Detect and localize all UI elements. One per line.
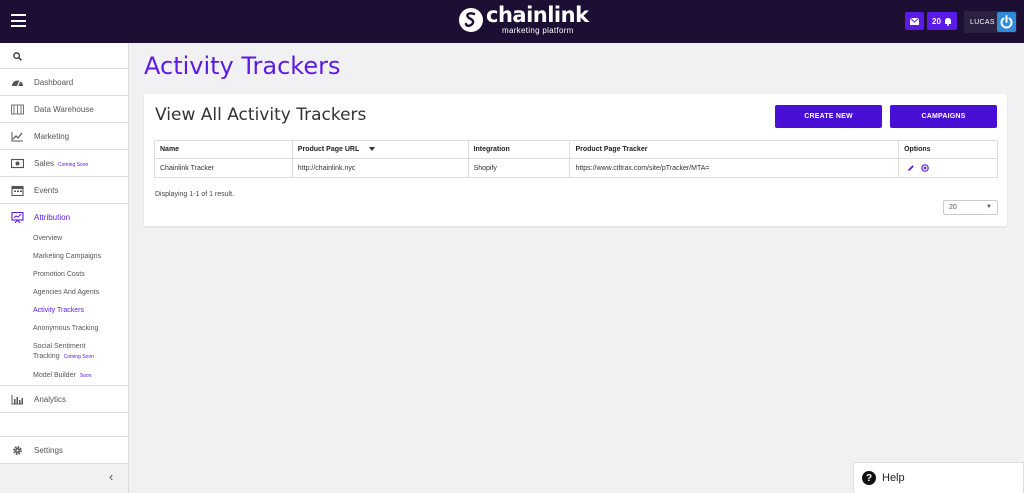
card-title: View All Activity Trackers <box>155 105 367 125</box>
view-target-icon[interactable] <box>921 164 929 172</box>
sales-label: Sales <box>34 158 55 168</box>
sidebar-item-label: Analytics <box>34 394 67 404</box>
submenu-item-social-sentiment-tracking[interactable]: Social Sentiment Tracking Coming Soon <box>33 342 94 362</box>
calendar-icon <box>11 185 24 196</box>
submenu-item-anonymous-tracking[interactable]: Anonymous Tracking <box>33 324 98 334</box>
sidebar-item-analytics[interactable]: Analytics <box>0 385 128 413</box>
cell-options <box>898 158 998 178</box>
sidebar-item-attribution[interactable]: Attribution <box>0 204 128 231</box>
money-icon <box>11 158 24 169</box>
sort-desc-icon <box>369 147 376 152</box>
page-title: Activity Trackers <box>144 52 341 80</box>
chevron-down-icon: ▼ <box>986 204 992 210</box>
logo-mark-icon <box>459 8 483 32</box>
line-chart-icon <box>11 132 23 142</box>
sidebar-item-dashboard[interactable]: Dashboard <box>0 69 128 96</box>
sidebar-item-label: Sales Coming Soon <box>34 159 88 168</box>
coming-soon-badge: Coming Soon <box>58 161 89 168</box>
gear-icon <box>13 446 22 455</box>
submenu-item-label: Model Builder <box>33 372 76 379</box>
cell-integration: Shopify <box>467 158 571 178</box>
column-header-name[interactable]: Name <box>154 140 293 159</box>
help-label: Help <box>882 472 905 484</box>
search-icon <box>13 52 22 61</box>
sidebar-item-sales[interactable]: Sales Coming Soon <box>0 150 128 177</box>
edit-pencil-icon[interactable] <box>907 164 915 172</box>
submenu-item-label: Social Sentiment <box>33 343 86 350</box>
notifications-button[interactable]: 20 <box>927 12 957 30</box>
notification-count: 20 <box>932 16 941 26</box>
brand-name: chainlink <box>486 3 589 27</box>
envelope-icon <box>910 17 919 25</box>
power-icon <box>1000 15 1013 29</box>
sidebar-item-events[interactable]: Events <box>0 177 128 204</box>
column-header-integration[interactable]: Integration <box>467 140 571 159</box>
column-header-product-page-url[interactable]: Product Page URL <box>291 140 469 159</box>
collapse-sidebar-button[interactable]: ‹ <box>0 464 128 493</box>
menu-icon[interactable] <box>11 14 26 27</box>
bell-icon <box>944 17 951 26</box>
help-button[interactable]: ? Help <box>853 462 1024 493</box>
column-header-label: Product Page URL <box>297 146 360 153</box>
submenu-item-label-line2: Tracking Coming Soon <box>33 352 94 362</box>
sidebar-item-label: Settings <box>34 445 63 455</box>
submenu-item-overview[interactable]: Overview <box>33 234 62 244</box>
chevron-left-icon: ‹ <box>109 469 114 484</box>
submenu-item-promotion-costs[interactable]: Promotion Costs <box>33 270 85 280</box>
column-header-options: Options <box>898 140 998 159</box>
coming-soon-badge: Coming Soon <box>63 354 94 360</box>
campaigns-button[interactable]: CAMPAIGNS <box>890 105 997 128</box>
sidebar-item-label: Attribution <box>34 213 71 222</box>
trackers-card: View All Activity Trackers CREATE NEW CA… <box>144 94 1007 226</box>
question-icon: ? <box>862 471 876 485</box>
submenu-item-model-builder[interactable]: Model Builder Soon <box>33 371 92 381</box>
dashboard-gauge-icon <box>12 80 23 87</box>
sidebar: Dashboard Data Warehouse Marketing Sales… <box>0 43 129 493</box>
sidebar-item-data-warehouse[interactable]: Data Warehouse <box>0 96 128 123</box>
page-size-select[interactable]: 20 ▼ <box>943 200 998 215</box>
warehouse-icon <box>11 104 24 115</box>
trackers-table: Name Product Page URL Integration Produc… <box>154 140 998 178</box>
sidebar-item-label: Events <box>34 185 59 195</box>
submenu-item-marketing-campaigns[interactable]: Marketing Campaigns <box>33 252 101 262</box>
top-bar: chainlink marketing platform 20 LUCAS <box>0 0 1024 43</box>
table-header-row: Name Product Page URL Integration Produc… <box>154 140 998 159</box>
logout-button[interactable] <box>997 12 1016 32</box>
create-new-button[interactable]: CREATE NEW <box>775 105 882 128</box>
sidebar-item-label: Marketing <box>34 131 70 141</box>
cell-url: http://chainlink.nyc <box>291 158 469 178</box>
submenu-item-activity-trackers[interactable]: Activity Trackers <box>33 306 84 316</box>
user-menu[interactable]: LUCAS <box>964 11 1017 33</box>
sidebar-item-label: Dashboard <box>34 77 74 87</box>
table-row: Chainlink Tracker http://chainlink.nyc S… <box>154 158 998 178</box>
sidebar-search[interactable] <box>0 43 128 69</box>
sidebar-item-settings[interactable]: Settings <box>0 436 128 464</box>
results-summary: Displaying 1-1 of 1 result. <box>155 191 234 198</box>
bar-chart-icon <box>11 395 23 405</box>
cell-tracker: https://www.ctltrax.com/site/pTracker/MT… <box>569 158 900 178</box>
user-name: LUCAS <box>970 18 995 26</box>
submenu-item-label: Tracking <box>33 353 60 360</box>
brand-logo[interactable]: chainlink marketing platform <box>459 3 599 38</box>
brand-tagline: marketing platform <box>502 26 574 35</box>
submenu-item-agencies-and-agents[interactable]: Agencies And Agents <box>33 288 99 298</box>
sidebar-item-marketing[interactable]: Marketing <box>0 123 128 150</box>
sidebar-item-label: Data Warehouse <box>34 104 94 114</box>
messages-button[interactable] <box>905 12 924 30</box>
soon-badge: Soon <box>79 373 92 379</box>
cell-name: Chainlink Tracker <box>154 158 293 178</box>
column-header-product-page-tracker[interactable]: Product Page Tracker <box>569 140 900 159</box>
page-size-value: 20 <box>949 204 957 211</box>
presentation-icon <box>11 212 24 223</box>
